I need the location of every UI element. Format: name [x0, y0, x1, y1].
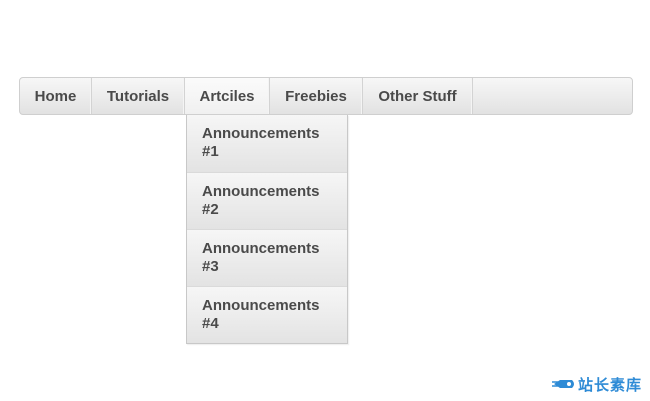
nav-item-tutorials[interactable]: Tutorials	[92, 78, 185, 114]
dropdown-item[interactable]: Announcements #1	[187, 115, 347, 172]
dropdown-item[interactable]: Announcements #4	[187, 286, 347, 343]
site-watermark-logo: 站长素库	[552, 373, 642, 395]
watermark-text: 站长素库	[578, 375, 643, 394]
nav-item-home[interactable]: Home	[20, 78, 92, 114]
dropdown-item-label: Announcements #2	[202, 183, 320, 218]
dropdown-item-label: Announcements #3	[202, 240, 320, 275]
rocket-icon	[552, 380, 574, 388]
nav-item-articles[interactable]: Artciles	[185, 78, 270, 114]
dropdown-item-label: Announcements #4	[202, 297, 320, 332]
main-navbar: Home Tutorials Artciles Freebies Other S…	[19, 77, 633, 115]
dropdown-item[interactable]: Announcements #3	[187, 229, 347, 286]
articles-dropdown-menu: Announcements #1 Announcements #2 Announ…	[186, 115, 348, 344]
dropdown-item-label: Announcements #1	[202, 125, 320, 160]
nav-item-other-stuff[interactable]: Other Stuff	[363, 78, 473, 114]
dropdown-item[interactable]: Announcements #2	[187, 172, 347, 229]
nav-item-freebies[interactable]: Freebies	[270, 78, 363, 114]
